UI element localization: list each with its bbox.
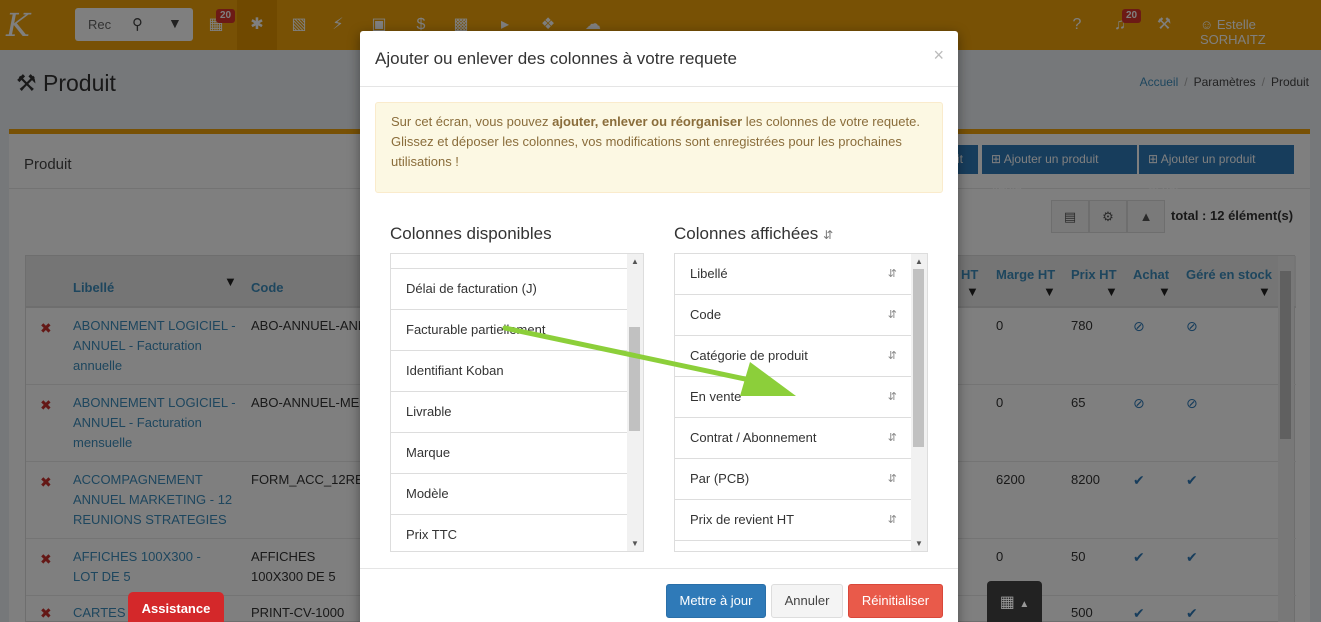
scroll-down-icon[interactable]: ▼ — [911, 539, 927, 548]
list-item[interactable]: Modèle — [391, 474, 627, 515]
columns-modal: Ajouter ou enlever des colonnes à votre … — [360, 31, 958, 622]
scrollbar-thumb[interactable] — [913, 269, 924, 447]
reset-button[interactable]: Réinitialiser — [848, 584, 943, 618]
modal-title: Ajouter ou enlever des colonnes à votre … — [375, 49, 737, 68]
list-item[interactable]: Prix TTC — [391, 515, 627, 551]
scroll-down-icon[interactable]: ▼ — [627, 539, 643, 548]
sort-icon[interactable]: ⇵ — [888, 254, 897, 294]
sort-icon[interactable]: ⇵ — [888, 459, 897, 499]
sort-icon[interactable]: ⇵ — [888, 336, 897, 376]
modal-footer-divider — [360, 568, 958, 569]
available-columns-title: Colonnes disponibles — [390, 224, 552, 243]
list-item[interactable]: Marque — [391, 433, 627, 474]
calendar-widget[interactable]: ▦ ▲ — [987, 581, 1042, 622]
modal-header-divider — [360, 86, 958, 87]
list-item[interactable]: Libellé ⇵ — [675, 254, 911, 295]
calendar-icon: ▦ — [999, 594, 1015, 611]
close-icon[interactable]: × — [933, 45, 944, 66]
scroll-up-icon[interactable]: ▲ — [627, 257, 643, 266]
list-item[interactable]: Contrat / Abonnement ⇵ — [675, 418, 911, 459]
assistance-button[interactable]: Assistance — [128, 592, 224, 622]
list-item-clipped[interactable] — [391, 254, 627, 269]
sort-icon[interactable]: ⇵ — [888, 377, 897, 417]
list-item[interactable]: Prix de revient HT ⇵ — [675, 500, 911, 541]
list-item[interactable]: Par (PCB) ⇵ — [675, 459, 911, 500]
sort-icon[interactable]: ⇵ — [888, 418, 897, 458]
list-item-clipped[interactable] — [675, 541, 911, 551]
cancel-button[interactable]: Annuler — [771, 584, 843, 618]
info-alert: Sur cet écran, vous pouvez ajouter, enle… — [375, 102, 943, 193]
drag-arrow-annotation — [502, 325, 796, 396]
displayed-columns-title: Colonnes affichées ⇵ — [674, 224, 834, 243]
scroll-up-icon[interactable]: ▲ — [911, 257, 927, 266]
sort-icon[interactable]: ⇵ — [888, 500, 897, 540]
displayed-scrollbar[interactable]: ▲ ▼ — [911, 254, 927, 551]
sort-icon[interactable]: ⇵ — [888, 295, 897, 335]
chevron-up-icon: ▲ — [1019, 599, 1030, 610]
list-item[interactable]: Délai de facturation (J) — [391, 269, 627, 310]
sort-icon[interactable]: ⇵ — [823, 228, 833, 242]
update-button[interactable]: Mettre à jour — [666, 584, 766, 618]
